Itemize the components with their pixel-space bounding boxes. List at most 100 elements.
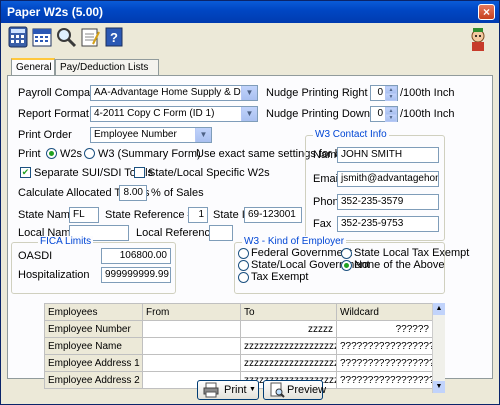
to-cell[interactable]: zzzzz bbox=[240, 320, 337, 338]
tab-pay-deduction-lists[interactable]: Pay/Deduction Lists bbox=[55, 59, 159, 75]
wildcard-cell[interactable]: ?????? bbox=[336, 320, 433, 338]
state-local-government-radio[interactable] bbox=[238, 260, 249, 271]
general-tab-body: Payroll Company AA-Advantage Home Supply… bbox=[7, 75, 493, 393]
w3-kind-title: W3 - Kind of Employer bbox=[242, 236, 347, 247]
payroll-company-select[interactable]: AA-Advantage Home Supply & Decor ▼ bbox=[90, 85, 258, 101]
contact-email-input[interactable]: jsmith@advantagehome.c bbox=[337, 171, 439, 187]
grid-header-employees: Employees bbox=[44, 303, 143, 321]
notepad-icon[interactable] bbox=[79, 26, 101, 48]
print-w2s-label: W2s bbox=[60, 148, 82, 160]
grid-header-wildcard: Wildcard bbox=[336, 303, 433, 321]
local-ref-input[interactable] bbox=[209, 225, 233, 241]
close-button[interactable]: × bbox=[478, 4, 495, 20]
print-label: Print bbox=[18, 148, 41, 160]
federal-government-label: Federal Government bbox=[251, 247, 352, 259]
contact-fax-input[interactable]: 352-235-9753 bbox=[337, 216, 439, 232]
print-w3-label: W3 (Summary Form) bbox=[98, 148, 201, 160]
state-ref-input[interactable]: 1 bbox=[188, 207, 208, 223]
state-ref-label: State Reference # bbox=[105, 209, 194, 221]
tax-exempt-radio[interactable] bbox=[238, 272, 249, 283]
calendar-icon[interactable] bbox=[31, 26, 53, 48]
state-local-w2s-checkbox[interactable] bbox=[134, 167, 145, 178]
row-label: Employee Number bbox=[44, 320, 143, 338]
contact-name-input[interactable]: JOHN SMITH bbox=[337, 147, 439, 163]
state-name-label: State Name bbox=[18, 209, 77, 221]
chevron-down-icon: ▼ bbox=[249, 386, 256, 393]
magnifier-icon[interactable] bbox=[55, 26, 77, 48]
federal-government-radio[interactable] bbox=[238, 248, 249, 259]
grid-header-row: Employees From To Wildcard bbox=[44, 303, 433, 321]
preview-button[interactable]: Preview bbox=[263, 380, 327, 400]
table-row: Employee Name zzzzzzzzzzzzzzzzzzzzzz ???… bbox=[44, 337, 433, 355]
mascot-logo-icon bbox=[463, 25, 493, 53]
alloc-tips-input[interactable]: 8.00 bbox=[119, 185, 147, 201]
tab-general[interactable]: General bbox=[11, 58, 55, 76]
print-w2s-radio[interactable] bbox=[46, 148, 57, 159]
nudge-down-unit: /100th Inch bbox=[400, 108, 455, 120]
nudge-right-down-arrow-icon[interactable]: ▼ bbox=[385, 93, 397, 101]
state-local-w2s-label: State/Local Specific W2s bbox=[148, 167, 270, 179]
report-format-select[interactable]: 4-2011 Copy C Form (ID 1) ▼ bbox=[90, 106, 258, 122]
nudge-right-label: Nudge Printing Right bbox=[266, 87, 368, 99]
none-of-the-above-label: None of the Above bbox=[354, 259, 445, 271]
from-cell[interactable] bbox=[142, 354, 241, 372]
print-button[interactable]: Print ▼ bbox=[197, 380, 259, 400]
printer-icon bbox=[203, 382, 219, 404]
from-cell[interactable] bbox=[142, 320, 241, 338]
table-row: Employee Address 1 zzzzzzzzzzzzzzzzzzzzz… bbox=[44, 354, 433, 372]
chevron-down-icon: ▼ bbox=[241, 107, 257, 121]
report-format-label: Report Format bbox=[18, 108, 89, 120]
scroll-down-arrow-icon[interactable]: ▼ bbox=[433, 381, 445, 393]
state-local-exempt-radio[interactable] bbox=[341, 248, 352, 259]
wildcard-cell[interactable]: ???????????????????? bbox=[336, 371, 433, 389]
window-title: Paper W2s (5.00) bbox=[7, 5, 104, 19]
help-book-icon[interactable]: ? bbox=[103, 26, 125, 48]
calculator-icon[interactable] bbox=[7, 26, 29, 48]
hospitalization-input[interactable]: 999999999.99 bbox=[101, 267, 171, 283]
none-of-the-above-radio[interactable] bbox=[341, 260, 352, 271]
to-cell[interactable]: zzzzzzzzzzzzzzzzzzzzzz bbox=[240, 337, 337, 355]
w3-contact-title: W3 Contact Info bbox=[313, 129, 389, 140]
grid-header-from: From bbox=[142, 303, 241, 321]
row-label: Employee Name bbox=[44, 337, 143, 355]
wildcard-cell[interactable]: ???????????????????? bbox=[336, 337, 433, 355]
svg-text:?: ? bbox=[110, 30, 118, 45]
print-w3-radio[interactable] bbox=[84, 148, 95, 159]
tab-panel: General Pay/Deduction Lists Payroll Comp… bbox=[7, 58, 493, 393]
print-order-select[interactable]: Employee Number ▼ bbox=[90, 127, 212, 143]
grid-scrollbar[interactable]: ▲ ▼ bbox=[432, 303, 445, 393]
title-bar[interactable]: Paper W2s (5.00) × bbox=[1, 1, 499, 23]
preview-button-label: Preview bbox=[287, 384, 327, 396]
toolbar: ? bbox=[1, 23, 499, 55]
grid-header-to: To bbox=[240, 303, 337, 321]
hospitalization-label: Hospitalization bbox=[18, 269, 90, 281]
chevron-down-icon: ▼ bbox=[195, 128, 211, 142]
table-row: Employee Number zzzzz ?????? bbox=[44, 320, 433, 338]
separate-sui-checkbox[interactable]: ✔ bbox=[20, 167, 31, 178]
row-label: Employee Address 1 bbox=[44, 354, 143, 372]
nudge-right-unit: /100th Inch bbox=[400, 87, 455, 99]
scroll-up-arrow-icon[interactable]: ▲ bbox=[433, 303, 445, 315]
print-button-label: Print bbox=[224, 384, 247, 396]
tax-exempt-label: Tax Exempt bbox=[251, 271, 309, 283]
to-cell[interactable]: zzzzzzzzzzzzzzzzzzzzzz bbox=[240, 354, 337, 372]
wildcard-cell[interactable]: ???????????????????? bbox=[336, 354, 433, 372]
employee-filter-grid: Employees From To Wildcard Employee Numb… bbox=[44, 303, 433, 389]
from-cell[interactable] bbox=[142, 337, 241, 355]
chevron-down-icon: ▼ bbox=[241, 86, 257, 100]
nudge-down-label: Nudge Printing Down bbox=[266, 108, 370, 120]
preview-icon bbox=[269, 382, 285, 404]
print-order-label: Print Order bbox=[18, 129, 72, 141]
oasdi-label: OASDI bbox=[18, 250, 53, 262]
state-id-input[interactable]: 69-123001 bbox=[244, 207, 302, 223]
oasdi-input[interactable]: 106800.00 bbox=[101, 248, 171, 264]
state-local-exempt-label: State Local Tax Exempt bbox=[354, 247, 470, 259]
row-label: Employee Address 2 bbox=[44, 371, 143, 389]
fica-title: FICA Limits bbox=[38, 236, 94, 247]
alloc-tips-suffix: % of Sales bbox=[151, 187, 204, 199]
contact-phone-input[interactable]: 352-235-3579 bbox=[337, 194, 439, 210]
paper-w2s-window: Paper W2s (5.00) × ? General Pay/Deducti… bbox=[0, 0, 500, 405]
state-name-input[interactable]: FL bbox=[69, 207, 99, 223]
nudge-down-down-arrow-icon[interactable]: ▼ bbox=[385, 114, 397, 122]
contact-fax-label: Fax bbox=[313, 218, 332, 230]
